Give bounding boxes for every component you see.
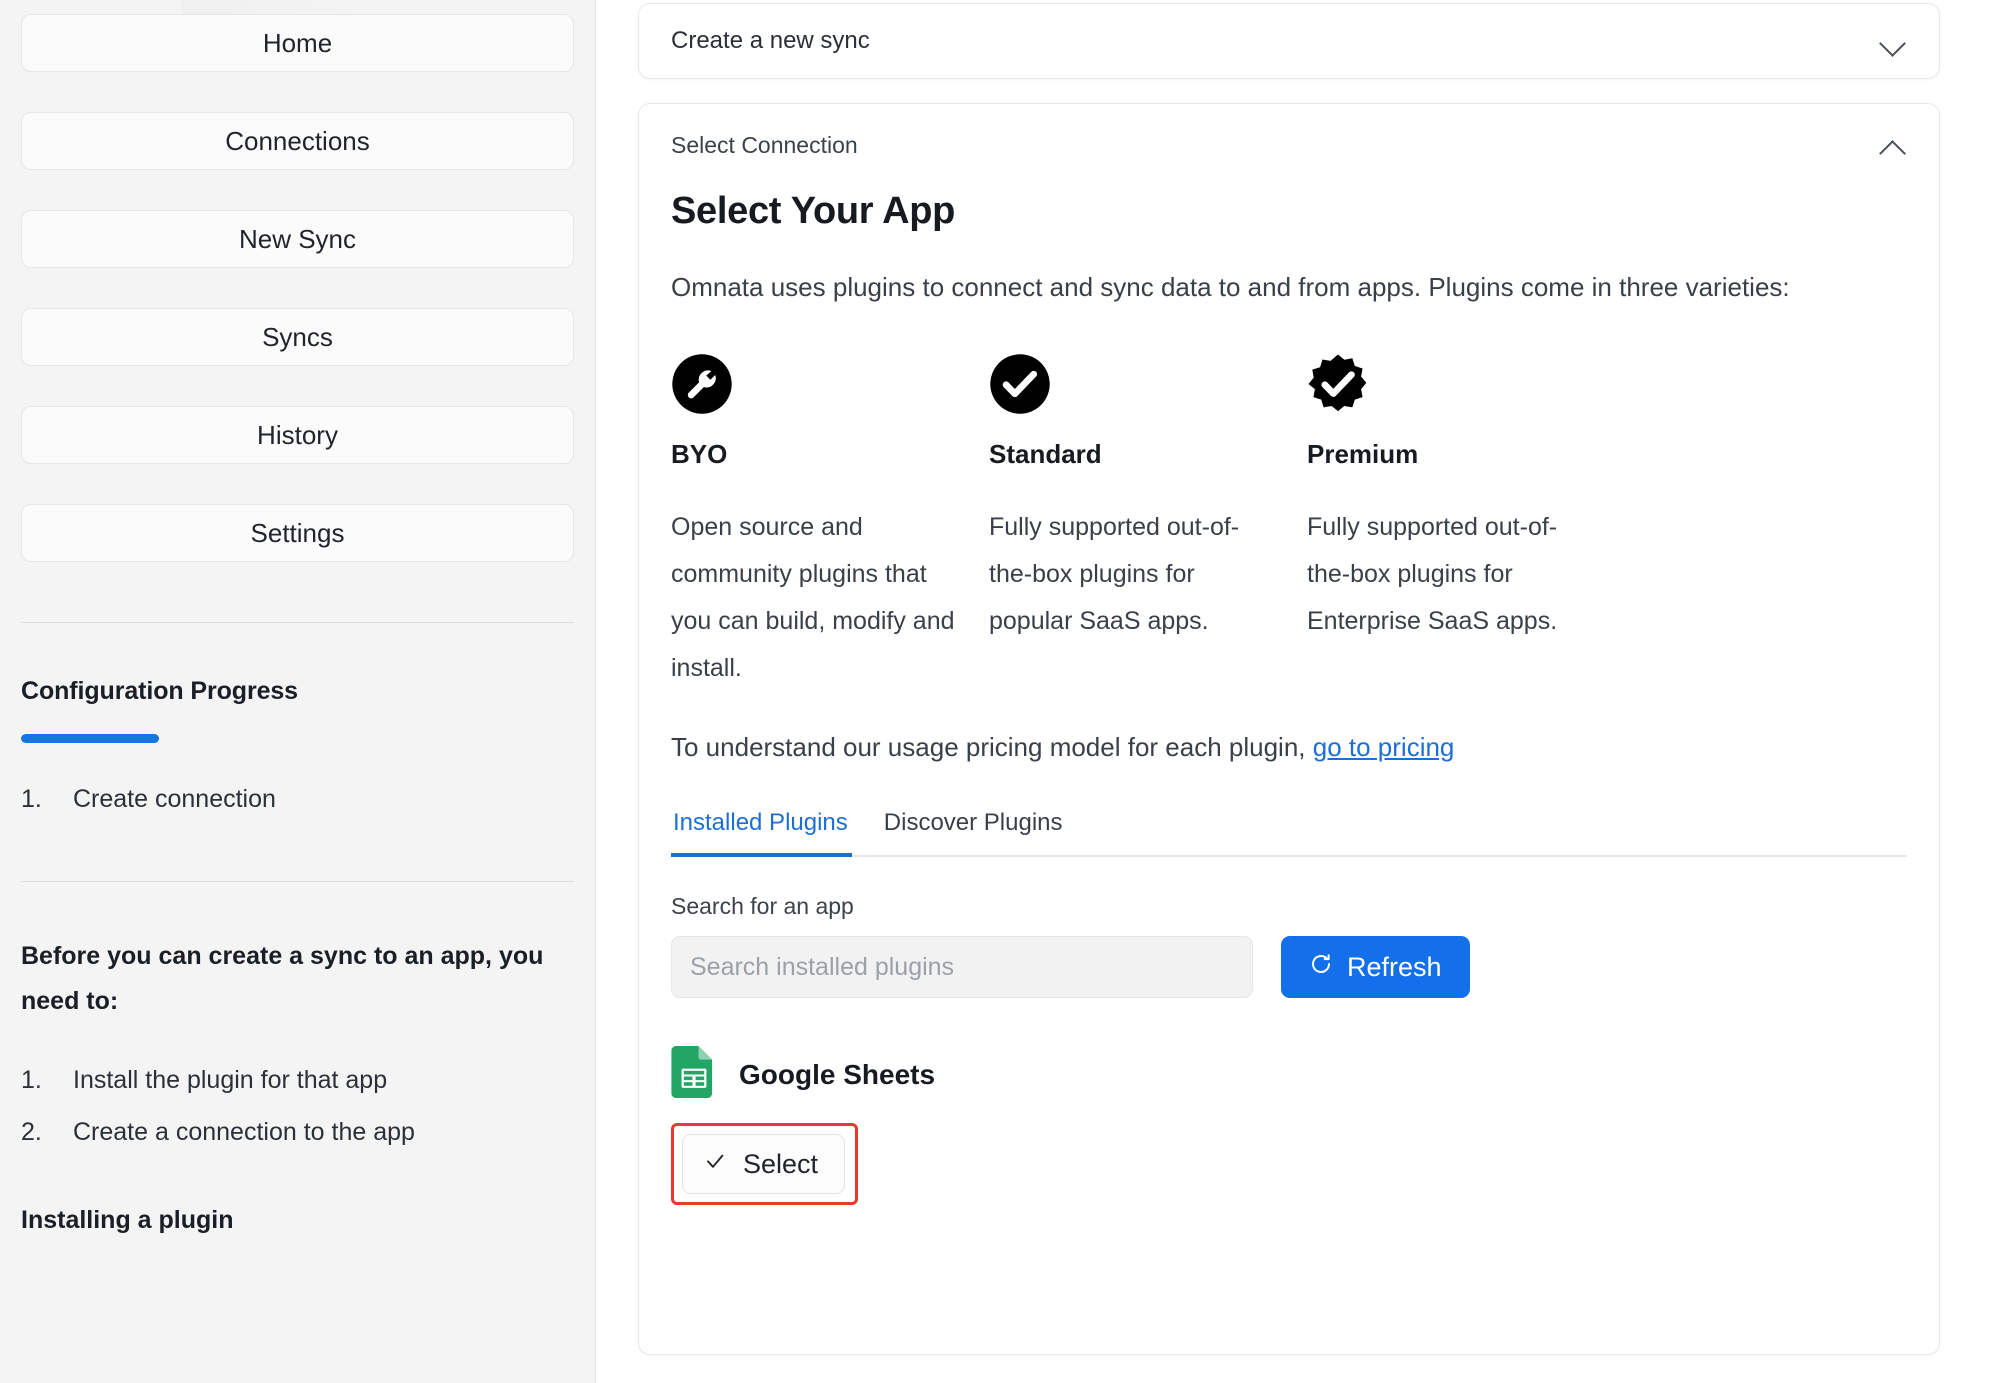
variety-standard: Standard Fully supported out-of-the-box …: [989, 353, 1307, 692]
step-label: Install the plugin for that app: [73, 1066, 388, 1094]
pricing-note: To understand our usage pricing model fo…: [671, 732, 1907, 763]
step-number: 2.: [21, 1118, 42, 1146]
search-input[interactable]: [671, 936, 1253, 998]
check-icon: [703, 1149, 727, 1180]
variety-name: Standard: [989, 439, 1102, 469]
plugin-name: Google Sheets: [739, 1058, 936, 1090]
list-item: 1. Create connection: [21, 773, 574, 825]
select-connection-label: Select Connection: [671, 132, 858, 158]
variety-byo: BYO Open source and community plugins th…: [671, 353, 989, 692]
refresh-button[interactable]: Refresh: [1281, 936, 1470, 998]
app-logo: [181, 0, 381, 14]
google-sheets-icon: [671, 1046, 717, 1103]
sidebar-item-connections[interactable]: Connections: [21, 112, 574, 170]
sidebar: Home Connections New Sync Syncs History …: [0, 0, 596, 1383]
create-new-sync-title: Create a new sync: [671, 27, 870, 54]
plugin-list-item-google-sheets: Google Sheets: [671, 1046, 1907, 1103]
chevron-down-icon[interactable]: [1879, 27, 1907, 55]
main-content: Create a new sync Select Connection Sele…: [596, 0, 2000, 1383]
plugin-tabs: Installed Plugins Discover Plugins: [671, 809, 1907, 857]
variety-description: Open source and community plugins that y…: [671, 513, 955, 682]
progress-bar: [21, 734, 574, 743]
configuration-progress-heading: Configuration Progress: [21, 677, 298, 705]
prerequisites-heading: Before you can create a sync to an app, …: [21, 942, 544, 1015]
prerequisites-list: 1. Install the plugin for that app 2. Cr…: [21, 1054, 574, 1158]
app-root: Home Connections New Sync Syncs History …: [0, 0, 2000, 1383]
sidebar-item-history[interactable]: History: [21, 406, 574, 464]
select-button-highlight: Select: [671, 1123, 859, 1205]
refresh-icon: [1309, 952, 1333, 983]
chevron-up-icon[interactable]: [1879, 132, 1907, 160]
search-field-label: Search for an app: [671, 893, 854, 919]
wrench-circle-icon: [671, 353, 989, 415]
sidebar-nav: Home Connections New Sync Syncs History …: [21, 14, 574, 562]
search-row: Refresh: [671, 936, 1907, 998]
sidebar-item-home[interactable]: Home: [21, 14, 574, 72]
tab-discover-plugins[interactable]: Discover Plugins: [882, 809, 1067, 855]
sidebar-item-settings[interactable]: Settings: [21, 504, 574, 562]
plugin-varieties: BYO Open source and community plugins th…: [671, 353, 1907, 692]
sidebar-divider-bottom: [21, 881, 574, 882]
list-item: 1. Install the plugin for that app: [21, 1054, 574, 1106]
intro-paragraph: Omnata uses plugins to connect and sync …: [671, 272, 1790, 302]
progress-bar-fill: [21, 734, 160, 743]
step-label: Create a connection to the app: [73, 1118, 415, 1146]
create-new-sync-accordion[interactable]: Create a new sync: [638, 3, 1940, 79]
step-number: 1.: [21, 1066, 42, 1094]
select-connection-header[interactable]: Select Connection: [671, 132, 1907, 160]
configuration-progress-section: Configuration Progress 1. Create connect…: [21, 623, 574, 825]
variety-description: Fully supported out-of-the-box plugins f…: [989, 513, 1240, 635]
sidebar-item-new-sync[interactable]: New Sync: [21, 210, 574, 268]
pricing-note-text: To understand our usage pricing model fo…: [671, 732, 1313, 762]
tab-installed-plugins[interactable]: Installed Plugins: [671, 809, 852, 857]
refresh-button-label: Refresh: [1347, 951, 1442, 982]
variety-description: Fully supported out-of-the-box plugins f…: [1307, 513, 1558, 635]
check-circle-icon: [989, 353, 1307, 415]
check-badge-icon: [1307, 353, 1625, 415]
prerequisites-section: Before you can create a sync to an app, …: [21, 934, 574, 1235]
variety-name: Premium: [1307, 439, 1419, 469]
progress-step-list: 1. Create connection: [21, 773, 574, 825]
step-label: Create connection: [73, 785, 276, 813]
select-button-label: Select: [743, 1148, 819, 1179]
list-item: 2. Create a connection to the app: [21, 1106, 574, 1158]
page-title: Select Your App: [671, 190, 956, 232]
variety-premium: Premium Fully supported out-of-the-box p…: [1307, 353, 1625, 692]
variety-name: BYO: [671, 439, 728, 469]
step-number: 1.: [21, 785, 42, 813]
go-to-pricing-link[interactable]: go to pricing: [1313, 732, 1455, 762]
installing-plugin-heading: Installing a plugin: [21, 1206, 234, 1234]
sidebar-item-syncs[interactable]: Syncs: [21, 308, 574, 366]
select-button[interactable]: Select: [682, 1134, 846, 1194]
select-connection-accordion: Select Connection Select Your App Omnata…: [638, 103, 1940, 1355]
